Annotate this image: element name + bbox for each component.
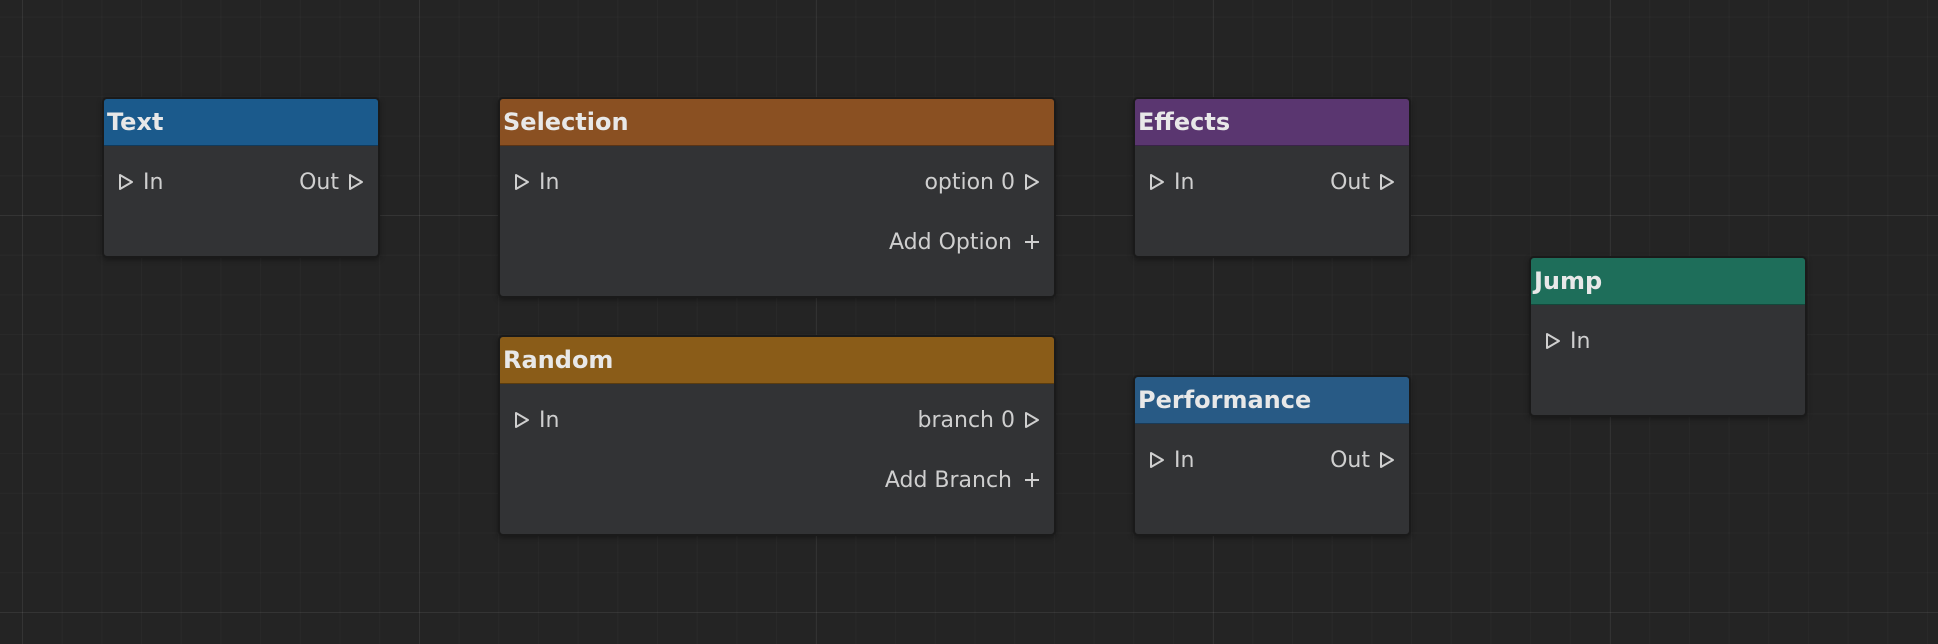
port-triangle-icon xyxy=(515,174,529,190)
node-selection-header[interactable]: Selection xyxy=(500,99,1054,146)
input-port[interactable]: In xyxy=(1149,167,1194,197)
input-port[interactable]: In xyxy=(514,405,559,435)
add-branch-button[interactable]: Add Branch xyxy=(885,465,1040,495)
node-performance[interactable]: Performance In Out xyxy=(1133,375,1411,536)
port-triangle-icon xyxy=(1546,333,1560,349)
output-port-label: branch 0 xyxy=(917,407,1015,433)
node-text[interactable]: Text In Out xyxy=(102,97,380,258)
input-port[interactable]: In xyxy=(118,167,163,197)
input-port-label: In xyxy=(1174,169,1195,195)
port-triangle-icon xyxy=(1025,174,1039,190)
input-port-label: In xyxy=(1570,328,1591,354)
node-selection[interactable]: Selection In option 0 Add Option xyxy=(498,97,1056,298)
input-port[interactable]: In xyxy=(1545,326,1590,356)
output-port-label: Out xyxy=(1330,169,1370,195)
input-port[interactable]: In xyxy=(1149,445,1194,475)
add-option-button[interactable]: Add Option xyxy=(889,227,1040,257)
input-port-label: In xyxy=(1174,447,1195,473)
branch-output-port[interactable]: branch 0 xyxy=(918,405,1040,435)
node-performance-header[interactable]: Performance xyxy=(1135,377,1409,424)
port-triangle-icon xyxy=(1150,452,1164,468)
input-port-label: In xyxy=(143,169,164,195)
output-port[interactable]: Out xyxy=(1330,167,1395,197)
plus-icon xyxy=(1025,473,1039,487)
input-port-label: In xyxy=(539,169,560,195)
node-effects[interactable]: Effects In Out xyxy=(1133,97,1411,258)
node-text-header[interactable]: Text xyxy=(104,99,378,146)
input-port-label: In xyxy=(539,407,560,433)
port-triangle-icon xyxy=(1150,174,1164,190)
graph-canvas[interactable]: Text In Out Selection In option 0 Add Op… xyxy=(0,0,1938,644)
add-option-label: Add Option xyxy=(888,229,1012,255)
port-triangle-icon xyxy=(1025,412,1039,428)
output-port-label: Out xyxy=(1330,447,1370,473)
option-output-port[interactable]: option 0 xyxy=(924,167,1040,197)
plus-icon xyxy=(1025,235,1039,249)
port-triangle-icon xyxy=(515,412,529,428)
node-effects-header[interactable]: Effects xyxy=(1135,99,1409,146)
output-port[interactable]: Out xyxy=(1330,445,1395,475)
add-branch-label: Add Branch xyxy=(884,467,1012,493)
node-jump[interactable]: Jump In xyxy=(1529,256,1807,417)
port-triangle-icon xyxy=(1380,174,1394,190)
node-jump-header[interactable]: Jump xyxy=(1531,258,1805,305)
port-triangle-icon xyxy=(349,174,363,190)
input-port[interactable]: In xyxy=(514,167,559,197)
output-port-label: option 0 xyxy=(924,169,1015,195)
port-triangle-icon xyxy=(1380,452,1394,468)
output-port-label: Out xyxy=(299,169,339,195)
output-port[interactable]: Out xyxy=(299,167,364,197)
port-triangle-icon xyxy=(119,174,133,190)
node-random[interactable]: Random In branch 0 Add Branch xyxy=(498,335,1056,536)
node-random-header[interactable]: Random xyxy=(500,337,1054,384)
